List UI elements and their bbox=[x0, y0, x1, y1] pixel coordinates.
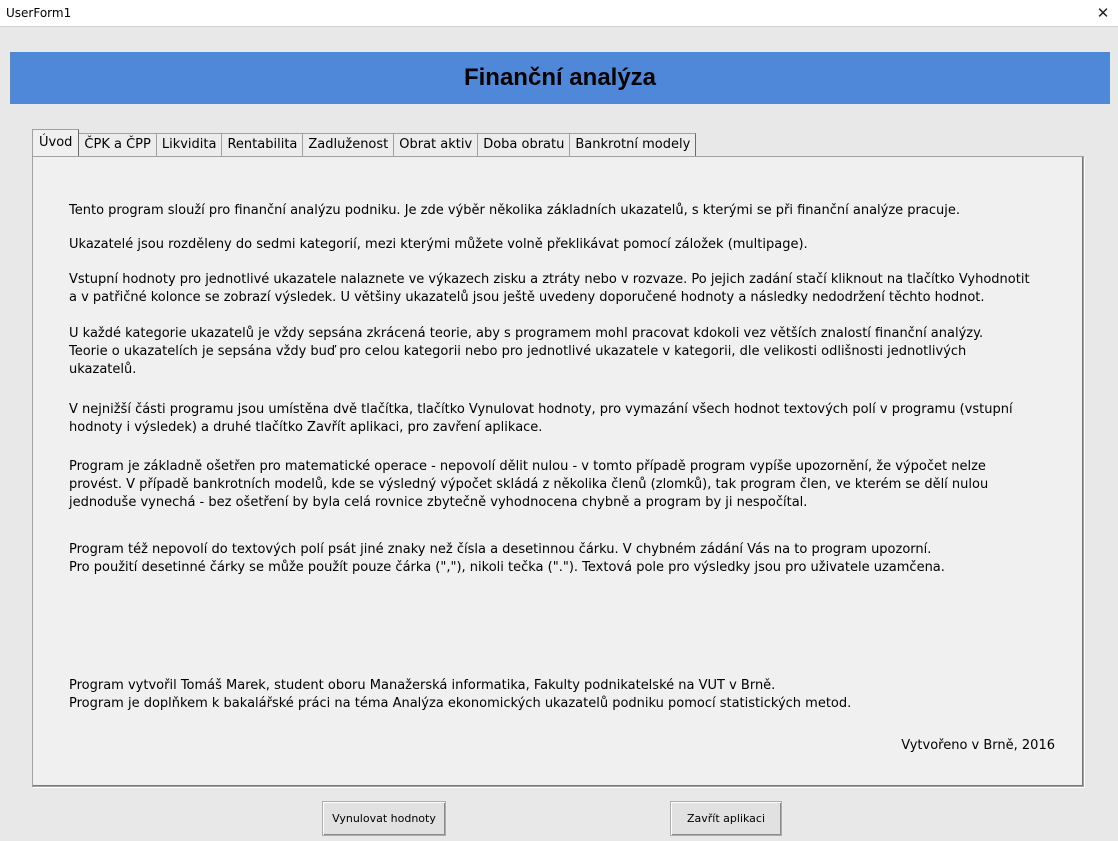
theory-paragraph: U každé kategorie ukazatelů je vždy seps… bbox=[69, 326, 984, 377]
window-title: UserForm1 bbox=[6, 6, 72, 20]
tab-obrat-aktiv[interactable]: Obrat aktiv bbox=[393, 133, 479, 156]
tab-zadluzenost[interactable]: Zadluženost bbox=[302, 133, 395, 156]
division-paragraph: Program je základně ošetřen pro matemati… bbox=[69, 459, 989, 510]
inputs-paragraph: Vstupní hodnoty pro jednotlivé ukazatele… bbox=[69, 272, 1030, 305]
close-icon[interactable]: ✕ bbox=[1088, 0, 1118, 26]
input-validation-paragraph: Program též nepovolí do textových polí p… bbox=[69, 542, 945, 575]
tab-panel-uvod: Tento program slouží pro finanční analýz… bbox=[32, 156, 1084, 787]
intro-paragraph: Tento program slouží pro finanční analýz… bbox=[69, 203, 960, 218]
signature-text: Vytvořeno v Brně, 2016 bbox=[901, 738, 1055, 753]
categories-paragraph: Ukazatelé jsou rozděleny do sedmi katego… bbox=[69, 237, 808, 252]
title-bar: UserForm1 ✕ bbox=[0, 0, 1118, 27]
tab-cpk-cpp[interactable]: ČPK a ČPP bbox=[78, 133, 157, 156]
author-paragraph: Program vytvořil Tomáš Marek, student ob… bbox=[69, 678, 852, 711]
tab-doba-obratu[interactable]: Doba obratu bbox=[477, 133, 571, 156]
header-banner: Finanční analýza bbox=[10, 52, 1110, 104]
buttons-paragraph: V nejnižší části programu jsou umístěna … bbox=[69, 402, 1013, 435]
reset-values-button[interactable]: Vynulovat hodnoty bbox=[322, 801, 446, 836]
tab-bankrotni-modely[interactable]: Bankrotní modely bbox=[569, 133, 697, 156]
tab-likvidita[interactable]: Likvidita bbox=[155, 133, 223, 156]
tab-rentabilita[interactable]: Rentabilita bbox=[221, 133, 304, 156]
close-app-button[interactable]: Zavřít aplikaci bbox=[670, 801, 782, 836]
page-title: Finanční analýza bbox=[463, 64, 657, 91]
tab-uvod[interactable]: Úvod bbox=[32, 129, 80, 156]
tab-strip: Úvod ČPK a ČPP Likvidita Rentabilita Zad… bbox=[32, 129, 697, 156]
